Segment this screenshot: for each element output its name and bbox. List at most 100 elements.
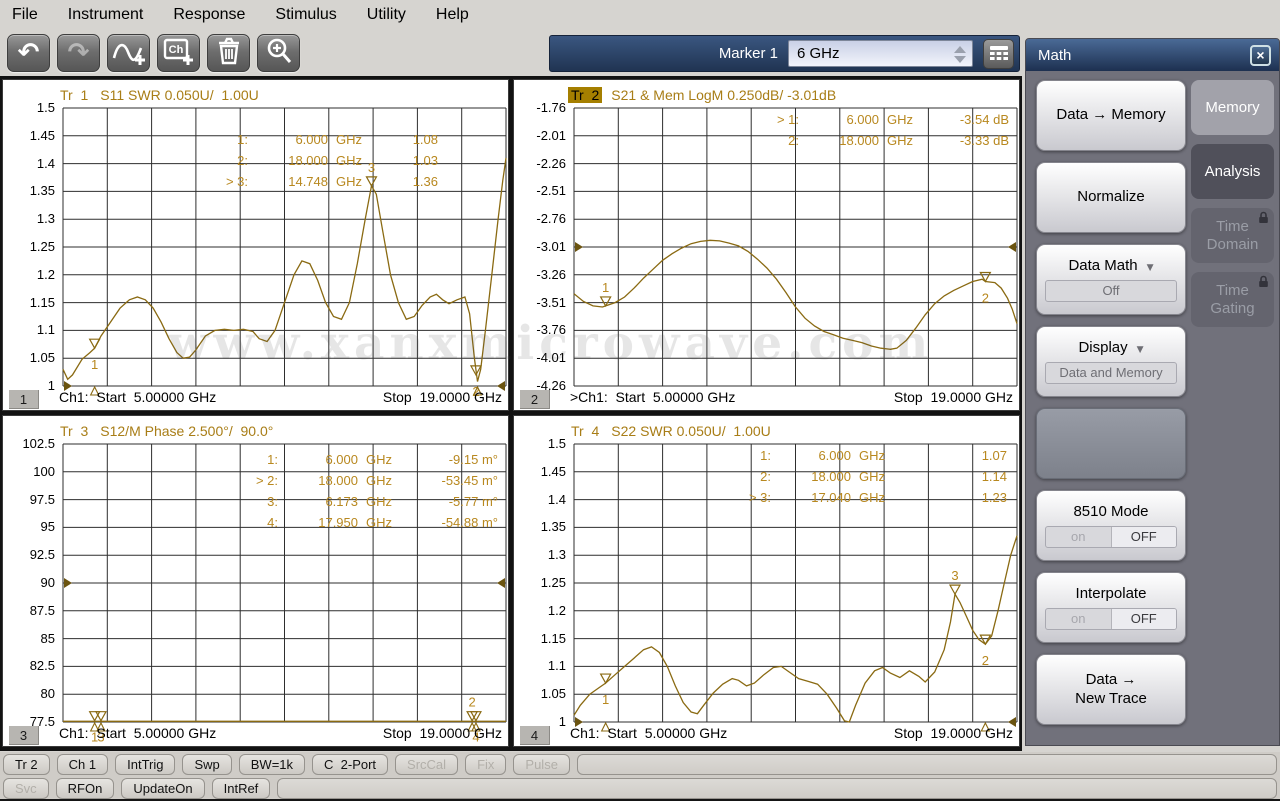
menu-item-utility[interactable]: Utility — [367, 6, 406, 24]
tab-analysis[interactable]: Analysis — [1191, 144, 1274, 199]
status-filler — [277, 778, 1277, 799]
tab-time-gating: Time Gating — [1191, 272, 1274, 327]
marker-readout-unit: GHz — [879, 133, 925, 148]
marker-number: 2 — [982, 290, 989, 305]
tab-memory[interactable]: Memory — [1191, 80, 1274, 135]
marker-readout-frequency: 14.748 — [248, 174, 328, 189]
menu-item-help[interactable]: Help — [436, 6, 469, 24]
plot-cell-1[interactable]: Tr 1S11 SWR 0.050U/ 1.00U1.51.451.41.351… — [2, 79, 509, 411]
marker-readout-frequency: 18.000 — [771, 469, 851, 484]
marker-readout-unit: GHz — [358, 515, 404, 530]
mode-8510-button[interactable]: 8510 ModeonOFF — [1036, 490, 1186, 561]
spinner-up-icon[interactable] — [954, 46, 966, 53]
add-trace-button[interactable] — [107, 34, 150, 72]
sweep-start-label: Ch1: Start 5.00000 GHz — [59, 725, 216, 741]
data-to-new-trace-button[interactable]: Data →New Trace — [1036, 654, 1186, 725]
marker-readout-value: -3.54 dB — [925, 112, 1009, 127]
status-ch-1[interactable]: Ch 1 — [57, 754, 108, 775]
toggle-on-option[interactable]: on — [1046, 527, 1111, 547]
marker-number: 2 — [469, 695, 476, 710]
marker-readout-number: 1: — [222, 452, 278, 467]
marker-readout-value: -9.15 m° — [404, 452, 498, 467]
tab-label: Memory — [1205, 99, 1259, 116]
undo-button[interactable]: ↶ — [7, 34, 50, 72]
toggle-off-option[interactable]: OFF — [1111, 609, 1177, 629]
math-tab-column: Memory Analysis Time Domain Time Gating — [1191, 80, 1274, 327]
marker-frequency-input[interactable]: 6 GHz — [788, 40, 973, 67]
toggle-off-option[interactable]: OFF — [1111, 527, 1177, 547]
sweep-start-label: >Ch1: Start 5.00000 GHz — [570, 389, 735, 405]
status-c-2-port[interactable]: C 2-Port — [312, 754, 388, 775]
status-bar: Tr 2Ch 1IntTrigSwpBW=1kC 2-PortSrcCalFix… — [0, 752, 1280, 799]
add-channel-button[interactable]: Ch — [157, 34, 200, 72]
marker-triangle — [980, 272, 990, 281]
zoom-button[interactable] — [257, 34, 300, 72]
marker-readout-unit: GHz — [328, 132, 374, 147]
keypad-button[interactable] — [983, 39, 1014, 69]
toggle-on-option[interactable]: on — [1046, 609, 1111, 629]
close-icon[interactable]: × — [1250, 45, 1271, 66]
menu-item-response[interactable]: Response — [173, 6, 245, 24]
marker-readout-row: 4:17.950GHz-54.88 m° — [222, 515, 498, 530]
plot-canvas: 123 — [3, 80, 510, 412]
menu-item-instrument[interactable]: Instrument — [68, 6, 144, 24]
lock-icon — [1258, 275, 1269, 292]
chevron-down-icon: ▼ — [1147, 263, 1154, 273]
tab-time-domain: Time Domain — [1191, 208, 1274, 263]
status-updateon[interactable]: UpdateOn — [121, 778, 204, 799]
status-intref[interactable]: IntRef — [212, 778, 271, 799]
menu-item-stimulus[interactable]: Stimulus — [275, 6, 336, 24]
status-inttrig[interactable]: IntTrig — [115, 754, 175, 775]
normalize-button[interactable]: Normalize — [1036, 162, 1186, 233]
math-sub-value[interactable]: Data and Memory — [1045, 362, 1177, 384]
data-math-button[interactable]: Data Math▼Off — [1036, 244, 1186, 315]
marker-readout-row: > 3:17.040GHz1.23 — [715, 490, 1007, 505]
marker-readout-frequency: 6.173 — [278, 494, 358, 509]
interpolate-button[interactable]: InterpolateonOFF — [1036, 572, 1186, 643]
spinner-down-icon[interactable] — [954, 56, 966, 63]
marker-readout-number: > 1: — [743, 112, 799, 127]
on-off-toggle[interactable]: onOFF — [1045, 526, 1177, 548]
marker-readout-value: -3.33 dB — [925, 133, 1009, 148]
marker-number: 1 — [91, 357, 98, 372]
marker-spinner[interactable] — [950, 43, 970, 66]
marker-readout-row: > 2:18.000GHz-53.45 m° — [222, 473, 498, 488]
status-pulse: Pulse — [513, 754, 570, 775]
plot-cell-3[interactable]: Tr 3S12/M Phase 2.500°/ 90.0°102.510097.… — [2, 415, 509, 747]
marker-readout-unit: GHz — [358, 494, 404, 509]
status-fix: Fix — [465, 754, 506, 775]
status-swp[interactable]: Swp — [182, 754, 231, 775]
marker-readout-frequency: 17.950 — [278, 515, 358, 530]
math-button-label: Display▼ — [1078, 339, 1143, 358]
data-to-memory-button[interactable]: Data → Memory — [1036, 80, 1186, 151]
status-bw-1k[interactable]: BW=1k — [239, 754, 305, 775]
window-number-badge: 2 — [520, 390, 550, 409]
sweep-stop-label: Stop 19.0000 GHz — [894, 389, 1013, 405]
status-rfon[interactable]: RFOn — [56, 778, 115, 799]
chevron-down-icon: ▼ — [1137, 345, 1144, 355]
math-panel-title: Math — [1038, 47, 1071, 64]
menu-item-file[interactable]: File — [12, 6, 38, 24]
plot-cell-4[interactable]: Tr 4S22 SWR 0.050U/ 1.00U1.51.451.41.351… — [513, 415, 1020, 747]
delete-icon — [215, 36, 243, 71]
marker-readout-value: -53.45 m° — [404, 473, 498, 488]
ref-level-arrow-right — [497, 578, 505, 588]
marker-readout-value: 1.36 — [374, 174, 438, 189]
on-off-toggle[interactable]: onOFF — [1045, 608, 1177, 630]
marker-readout-value: 1.03 — [374, 153, 438, 168]
tab-label: Analysis — [1205, 163, 1261, 180]
plot-canvas: 12 — [514, 80, 1021, 412]
marker-readout-value: 1.07 — [897, 448, 1007, 463]
math-sub-value[interactable]: Off — [1045, 280, 1177, 302]
delete-button[interactable] — [207, 34, 250, 72]
ref-level-arrow-left — [64, 578, 72, 588]
marker-readout-unit: GHz — [358, 473, 404, 488]
status-tr-2[interactable]: Tr 2 — [3, 754, 50, 775]
math-button-label: Normalize — [1077, 188, 1145, 207]
marker-readout-value: 1.23 — [897, 490, 1007, 505]
display-button[interactable]: Display▼ Data and Memory — [1036, 326, 1186, 397]
plot-cell-2[interactable]: Tr 2S21 & Mem LogM 0.250dB/ -3.01dB-1.76… — [513, 79, 1020, 411]
marker-readout-row: > 1:6.000GHz-3.54 dB — [743, 112, 1009, 127]
menu-bar: File Instrument Response Stimulus Utility Hel… — [0, 0, 1280, 30]
marker-readout-frequency: 6.000 — [248, 132, 328, 147]
